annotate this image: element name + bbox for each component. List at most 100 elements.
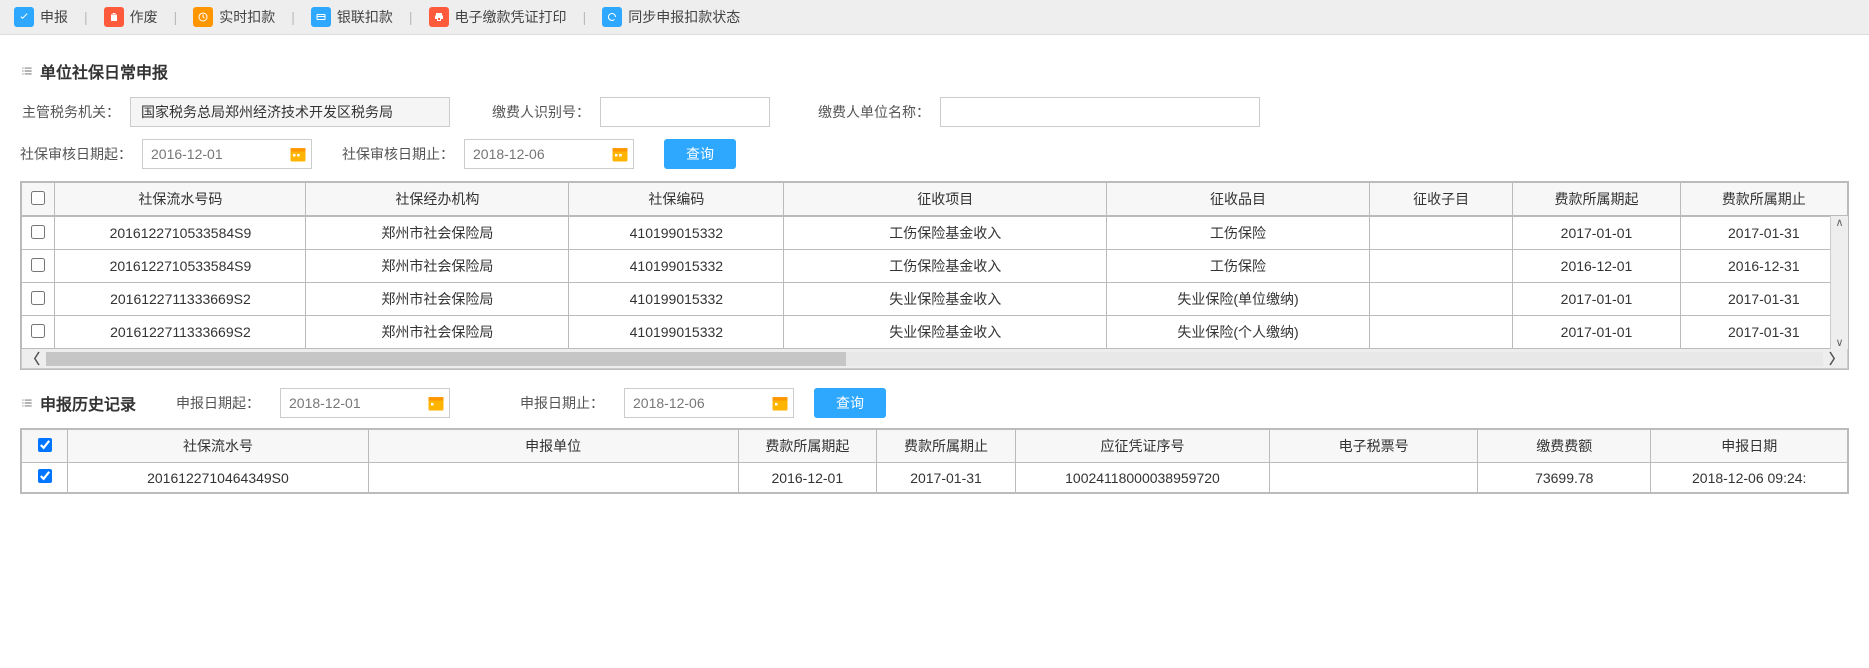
toolbar: 申报 | 作废 | 实时扣款 | 银联扣款 | 电子缴款凭证打印 | 同步申报扣… [0,0,1869,35]
toolbar-btn-void[interactable]: 作废 [98,4,164,30]
payer-id-input[interactable] [600,97,770,127]
row-checkbox[interactable] [31,225,45,239]
cell: 2017-01-31 [1680,316,1847,349]
toolbar-label: 申报 [40,7,68,27]
cell: 2017-01-01 [1513,217,1680,250]
col-header: 社保流水号 [68,430,368,463]
select-all-checkbox[interactable] [31,191,45,205]
table-row[interactable]: 2016122711333669S2郑州市社会保险局410199015332失业… [22,316,1848,349]
cell [1369,217,1512,250]
query-button[interactable]: 查询 [664,139,736,169]
table-row[interactable]: 2016122710533584S9郑州市社会保险局410199015332工伤… [22,250,1848,283]
col-header: 电子税票号 [1270,430,1478,463]
cell: 工伤保险基金收入 [784,250,1107,283]
cell: 郑州市社会保险局 [306,217,569,250]
col-header: 费款所属期止 [877,430,1016,463]
toolbar-label: 电子缴款凭证打印 [455,7,567,27]
col-header: 社保编码 [569,183,784,216]
scroll-right-icon[interactable]: 〉 [1829,349,1843,369]
table-header-row: 社保流水号码 社保经办机构 社保编码 征收项目 征收品目 征收子目 费款所属期起… [22,183,1848,216]
calendar-icon[interactable] [288,144,308,164]
history-query-button[interactable]: 查询 [814,388,886,418]
payer-name-input[interactable] [940,97,1260,127]
col-header: 征收品目 [1107,183,1370,216]
cell: 2017-01-31 [877,463,1016,493]
row-checkbox[interactable] [38,469,52,483]
history-table: 社保流水号 申报单位 费款所属期起 费款所属期止 应征凭证序号 电子税票号 缴费… [20,428,1849,494]
col-header: 费款所属期起 [1513,183,1680,216]
audit-from-input[interactable] [142,139,312,169]
card-icon [311,7,331,27]
select-all-checkbox[interactable] [38,438,52,452]
table-scroll-area[interactable]: 2016122710533584S9郑州市社会保险局410199015332工伤… [21,216,1848,349]
section-title-history: 申报历史记录 [20,391,136,415]
table-row[interactable]: 2016122711333669S2郑州市社会保险局410199015332失业… [22,283,1848,316]
vertical-scrollbar[interactable]: ∧∨ [1830,216,1848,349]
cell [368,463,738,493]
payer-name-label: 缴费人单位名称： [810,102,930,122]
cell [1270,463,1478,493]
cell: 失业保险基金收入 [784,316,1107,349]
cell: 失业保险(个人缴纳) [1107,316,1370,349]
toolbar-btn-unionpay-deduct[interactable]: 银联扣款 [305,4,399,30]
row-checkbox[interactable] [31,258,45,272]
toolbar-btn-print-voucher[interactable]: 电子缴款凭证打印 [423,4,573,30]
declare-table: 社保流水号码 社保经办机构 社保编码 征收项目 征收品目 征收子目 费款所属期起… [20,181,1849,370]
tax-authority-label: 主管税务机关： [20,102,120,122]
cell: 73699.78 [1478,463,1651,493]
section-title-declare: 单位社保日常申报 [20,59,1849,83]
audit-to-input[interactable] [464,139,634,169]
toolbar-btn-declare[interactable]: 申报 [8,4,74,30]
form-row-2: 社保审核日期起： 社保审核日期止： 查询 [20,139,1849,169]
cell: 郑州市社会保险局 [306,283,569,316]
table-row[interactable]: 2016122710464349S02016-12-012017-01-3110… [22,463,1848,493]
toolbar-btn-realtime-deduct[interactable]: 实时扣款 [187,4,281,30]
trash-icon [104,7,124,27]
toolbar-btn-sync-status[interactable]: 同步申报扣款状态 [596,4,746,30]
cell [1369,283,1512,316]
col-header: 费款所属期起 [738,430,877,463]
row-checkbox[interactable] [31,291,45,305]
col-header: 社保经办机构 [306,183,569,216]
table-row[interactable]: 2016122710533584S9郑州市社会保险局410199015332工伤… [22,217,1848,250]
col-header: 征收项目 [784,183,1107,216]
payer-id-label: 缴费人识别号： [490,102,590,122]
cell: 410199015332 [569,316,784,349]
cell: 失业保险(单位缴纳) [1107,283,1370,316]
calendar-icon[interactable] [610,144,630,164]
col-header: 应征凭证序号 [1015,430,1269,463]
toolbar-label: 银联扣款 [337,7,393,27]
clock-icon [193,7,213,27]
cell: 410199015332 [569,283,784,316]
col-header: 申报单位 [368,430,738,463]
cell: 工伤保险基金收入 [784,217,1107,250]
cell: 2016-12-01 [1513,250,1680,283]
tax-authority-value: 国家税务总局郑州经济技术开发区税务局 [130,97,450,127]
cell: 工伤保险 [1107,250,1370,283]
scroll-left-icon[interactable]: 〈 [26,349,40,369]
form-row-1: 主管税务机关： 国家税务总局郑州经济技术开发区税务局 缴费人识别号： 缴费人单位… [20,97,1849,127]
row-checkbox[interactable] [31,324,45,338]
cell [1369,250,1512,283]
calendar-icon[interactable] [770,393,790,413]
print-icon [429,7,449,27]
calendar-icon[interactable] [426,393,446,413]
cell: 410199015332 [569,217,784,250]
cell: 工伤保险 [1107,217,1370,250]
cell: 2017-01-01 [1513,283,1680,316]
cell: 2017-01-01 [1513,316,1680,349]
list-icon [20,396,34,410]
horizontal-scrollbar[interactable]: 〈 〉 [21,349,1848,369]
check-icon [14,7,34,27]
audit-to-label: 社保审核日期止： [342,144,454,164]
history-to-input[interactable] [624,388,794,418]
toolbar-label: 实时扣款 [219,7,275,27]
history-from-input[interactable] [280,388,450,418]
cell: 410199015332 [569,250,784,283]
cell: 2016122710533584S9 [55,250,306,283]
history-to-label: 申报日期止： [520,393,604,413]
history-from-label: 申报日期起： [176,393,260,413]
col-header: 社保流水号码 [55,183,306,216]
cell: 10024118000038959720 [1015,463,1269,493]
audit-from-label: 社保审核日期起： [20,144,132,164]
